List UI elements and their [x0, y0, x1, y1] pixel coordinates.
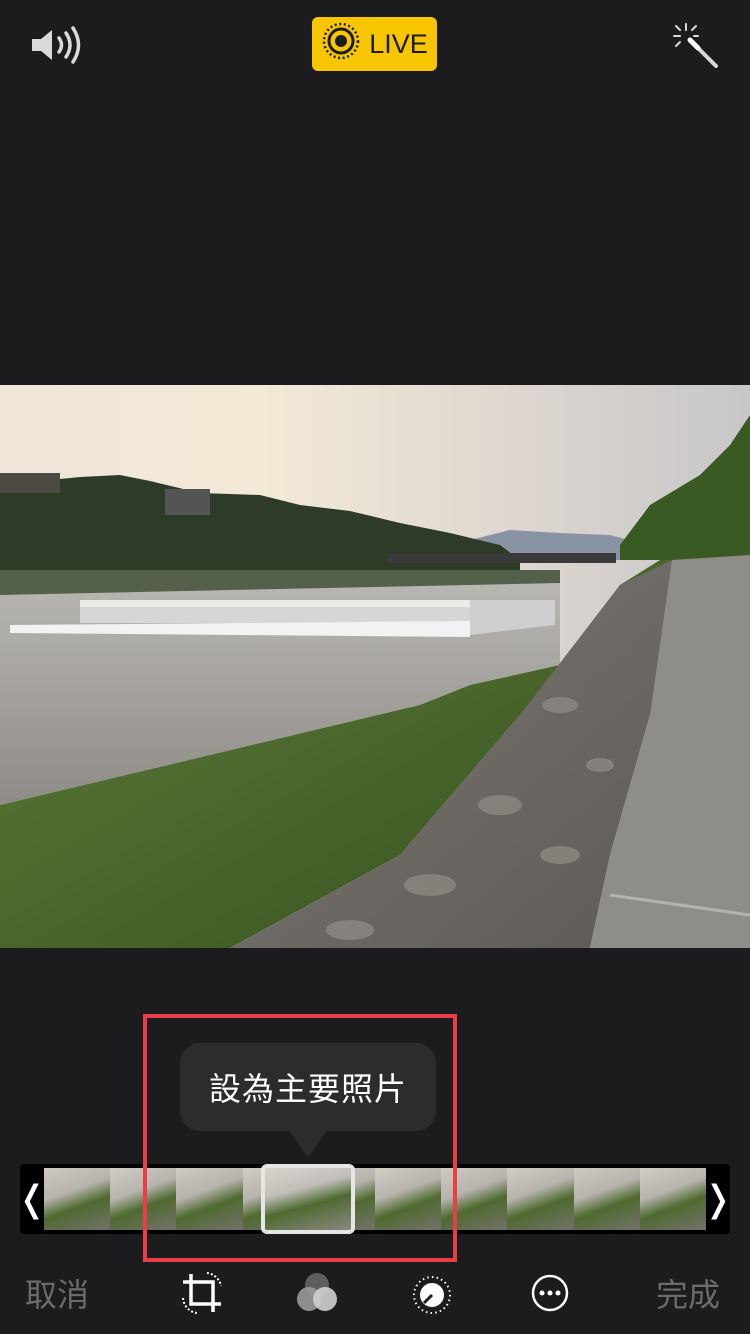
live-photo-icon	[321, 21, 361, 68]
chevron-left-icon: ❬	[16, 1178, 48, 1220]
frame-thumbnail[interactable]	[44, 1168, 111, 1230]
photo-preview[interactable]	[0, 385, 750, 948]
adjust-dial-icon[interactable]	[407, 1268, 457, 1318]
frame-thumbnail[interactable]	[507, 1168, 574, 1230]
chevron-right-icon: ❭	[702, 1178, 734, 1220]
bottom-toolbar: 取消 完成	[0, 1250, 750, 1334]
frame-thumbnail[interactable]	[573, 1168, 640, 1230]
live-toggle-button[interactable]: LIVE	[312, 17, 437, 71]
filters-icon[interactable]	[292, 1268, 342, 1318]
live-label: LIVE	[369, 28, 428, 59]
highlight-annotation-box	[143, 1014, 457, 1262]
magic-wand-icon[interactable]	[668, 18, 724, 74]
frame-thumbnail[interactable]	[639, 1168, 706, 1230]
scrubber-left-handle[interactable]: ❬	[16, 1164, 48, 1234]
top-bar: LIVE	[0, 0, 750, 90]
scrubber-right-handle[interactable]: ❭	[702, 1164, 734, 1234]
cancel-button[interactable]: 取消	[25, 1270, 89, 1316]
speaker-icon[interactable]	[26, 20, 86, 70]
crop-rotate-icon[interactable]	[177, 1268, 227, 1318]
more-icon[interactable]	[525, 1268, 575, 1318]
done-button[interactable]: 完成	[656, 1270, 720, 1316]
